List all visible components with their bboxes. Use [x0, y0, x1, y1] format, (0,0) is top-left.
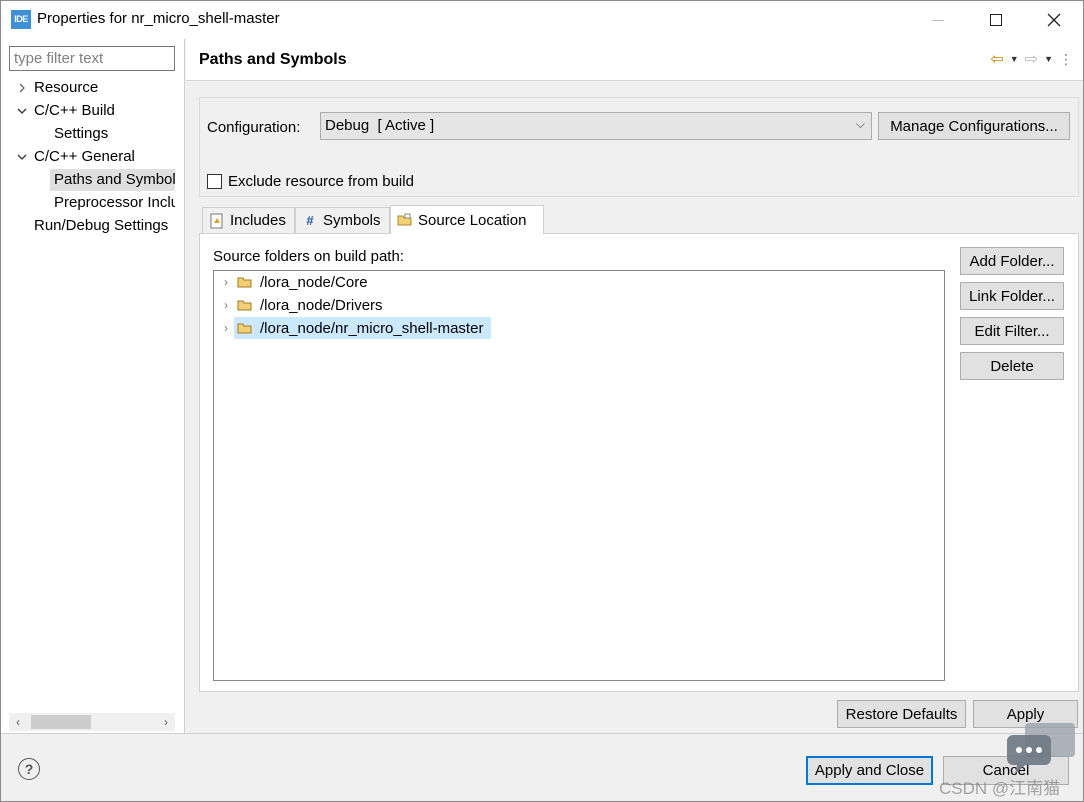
category-tree-pane: Resource C/C++ Build Settings C/C++ Gene…: [1, 39, 185, 733]
tab-includes[interactable]: Includes: [202, 207, 295, 233]
source-folder-item-selected[interactable]: › /lora_node/nr_micro_shell-master: [218, 317, 492, 339]
scrollbar-thumb[interactable]: [31, 715, 91, 729]
back-dropdown-icon[interactable]: ▼: [1010, 54, 1019, 64]
chevron-down-icon[interactable]: [15, 100, 29, 122]
close-button[interactable]: [1025, 1, 1083, 39]
minimize-button[interactable]: [909, 1, 967, 39]
tree-item-label: Paths and Symbols: [54, 171, 175, 188]
csdn-watermark: CSDN @江南猫: [939, 779, 1061, 798]
page-title: Paths and Symbols: [199, 51, 347, 68]
tree-horizontal-scrollbar[interactable]: ‹ ›: [9, 713, 175, 731]
source-folder-tree[interactable]: › /lora_node/Core › /lora_node/Drivers ›: [213, 270, 945, 681]
tree-item-label: Preprocessor Include Paths, Macros etc.: [54, 194, 175, 211]
folder-icon: [236, 321, 254, 335]
apply-and-close-button[interactable]: Apply and Close: [806, 756, 933, 785]
selection-highlight: /lora_node/nr_micro_shell-master: [234, 317, 492, 339]
exclude-resource-label: Exclude resource from build: [228, 173, 414, 190]
tab-source-location[interactable]: Source Location: [390, 205, 544, 234]
tab-label: Includes: [230, 212, 286, 229]
chat-bubble-icon[interactable]: [1005, 721, 1077, 775]
hash-icon: #: [306, 213, 314, 228]
tree-item-label: C/C++ Build: [34, 102, 115, 119]
configuration-value: Debug [ Active ]: [325, 117, 435, 134]
maximize-button[interactable]: [967, 1, 1025, 39]
exclude-resource-row[interactable]: Exclude resource from build: [207, 173, 414, 190]
chevron-right-icon[interactable]: ›: [218, 298, 234, 312]
tab-label: Symbols: [323, 212, 381, 229]
delete-button[interactable]: Delete: [960, 352, 1064, 380]
filter-input[interactable]: [9, 46, 175, 71]
chevron-down-icon[interactable]: [15, 146, 29, 168]
chevron-right-icon[interactable]: [15, 77, 29, 99]
tree-item-label: Resource: [34, 79, 99, 96]
folder-path: /lora_node/Drivers: [260, 296, 383, 314]
chevron-down-icon: ⌵: [855, 117, 865, 131]
page-nav: ⇦ ▼ ⇨ ▼ ⋮: [990, 49, 1073, 69]
scroll-left-icon[interactable]: ‹: [9, 713, 27, 731]
title-bar: IDE Properties for nr_micro_shell-master: [1, 1, 1083, 39]
window-title: Properties for nr_micro_shell-master: [37, 10, 280, 27]
tree-item-label: C/C++ General: [34, 148, 135, 165]
source-folder-item[interactable]: › /lora_node/Core: [218, 271, 372, 293]
configuration-select[interactable]: Debug [ Active ] ⌵: [320, 112, 872, 140]
scroll-right-icon[interactable]: ›: [157, 713, 175, 731]
chevron-right-icon[interactable]: ›: [218, 275, 234, 289]
folder-path: /lora_node/nr_micro_shell-master: [260, 319, 484, 337]
chevron-right-icon[interactable]: ›: [218, 321, 234, 335]
source-folder-item[interactable]: › /lora_node/Drivers: [218, 294, 387, 316]
tree-item-label: Settings: [54, 125, 109, 142]
tree-item-cpp-build[interactable]: C/C++ Build: [15, 100, 175, 122]
source-folders-label: Source folders on build path:: [213, 248, 404, 265]
tree-item-cpp-general[interactable]: C/C++ General: [15, 146, 175, 168]
back-arrow-icon[interactable]: ⇦: [990, 49, 1003, 69]
ide-app-icon: IDE: [11, 10, 31, 29]
add-folder-button[interactable]: Add Folder...: [960, 247, 1064, 275]
forward-arrow-icon[interactable]: ⇨: [1025, 49, 1038, 69]
link-folder-button[interactable]: Link Folder...: [960, 282, 1064, 310]
source-folder-icon: [397, 212, 413, 228]
dialog-button-bar: ? Apply and Close Cancel CSDN @江南猫: [1, 733, 1083, 801]
minimize-icon: [932, 19, 944, 21]
properties-dialog: IDE Properties for nr_micro_shell-master…: [0, 0, 1084, 802]
tree-item-resource[interactable]: Resource: [15, 77, 175, 99]
edit-filter-button[interactable]: Edit Filter...: [960, 317, 1064, 345]
tab-label: Source Location: [418, 211, 527, 229]
tree-item-label: Run/Debug Settings: [34, 217, 169, 234]
tree-item-paths-and-symbols[interactable]: Paths and Symbols: [50, 169, 175, 191]
tree-item-settings[interactable]: Settings: [50, 123, 175, 145]
more-options-icon[interactable]: ⋮: [1059, 51, 1073, 68]
folder-icon: [236, 298, 254, 312]
source-location-panel: Source folders on build path: › /lora_no…: [199, 233, 1079, 692]
property-page: Paths and Symbols ⇦ ▼ ⇨ ▼ ⋮ Configuratio…: [186, 39, 1083, 733]
close-icon: [1047, 13, 1061, 27]
help-icon[interactable]: ?: [18, 758, 40, 780]
maximize-icon: [990, 14, 1002, 26]
folder-path: /lora_node/Core: [260, 273, 368, 291]
restore-defaults-button[interactable]: Restore Defaults: [837, 700, 966, 728]
page-header: Paths and Symbols ⇦ ▼ ⇨ ▼ ⋮: [186, 39, 1083, 81]
includes-icon: [209, 213, 225, 229]
tree-item-preprocessor[interactable]: Preprocessor Include Paths, Macros etc.: [50, 192, 175, 214]
configuration-label: Configuration:: [207, 119, 301, 136]
manage-configurations-button[interactable]: Manage Configurations...: [878, 112, 1070, 140]
tree-item-run-debug[interactable]: Run/Debug Settings: [15, 215, 175, 237]
tab-symbols[interactable]: # Symbols: [295, 207, 390, 233]
forward-dropdown-icon[interactable]: ▼: [1044, 54, 1053, 64]
folder-icon: [236, 275, 254, 289]
exclude-resource-checkbox[interactable]: [207, 174, 222, 189]
configuration-group: Configuration: Debug [ Active ] ⌵ Manage…: [199, 97, 1079, 197]
